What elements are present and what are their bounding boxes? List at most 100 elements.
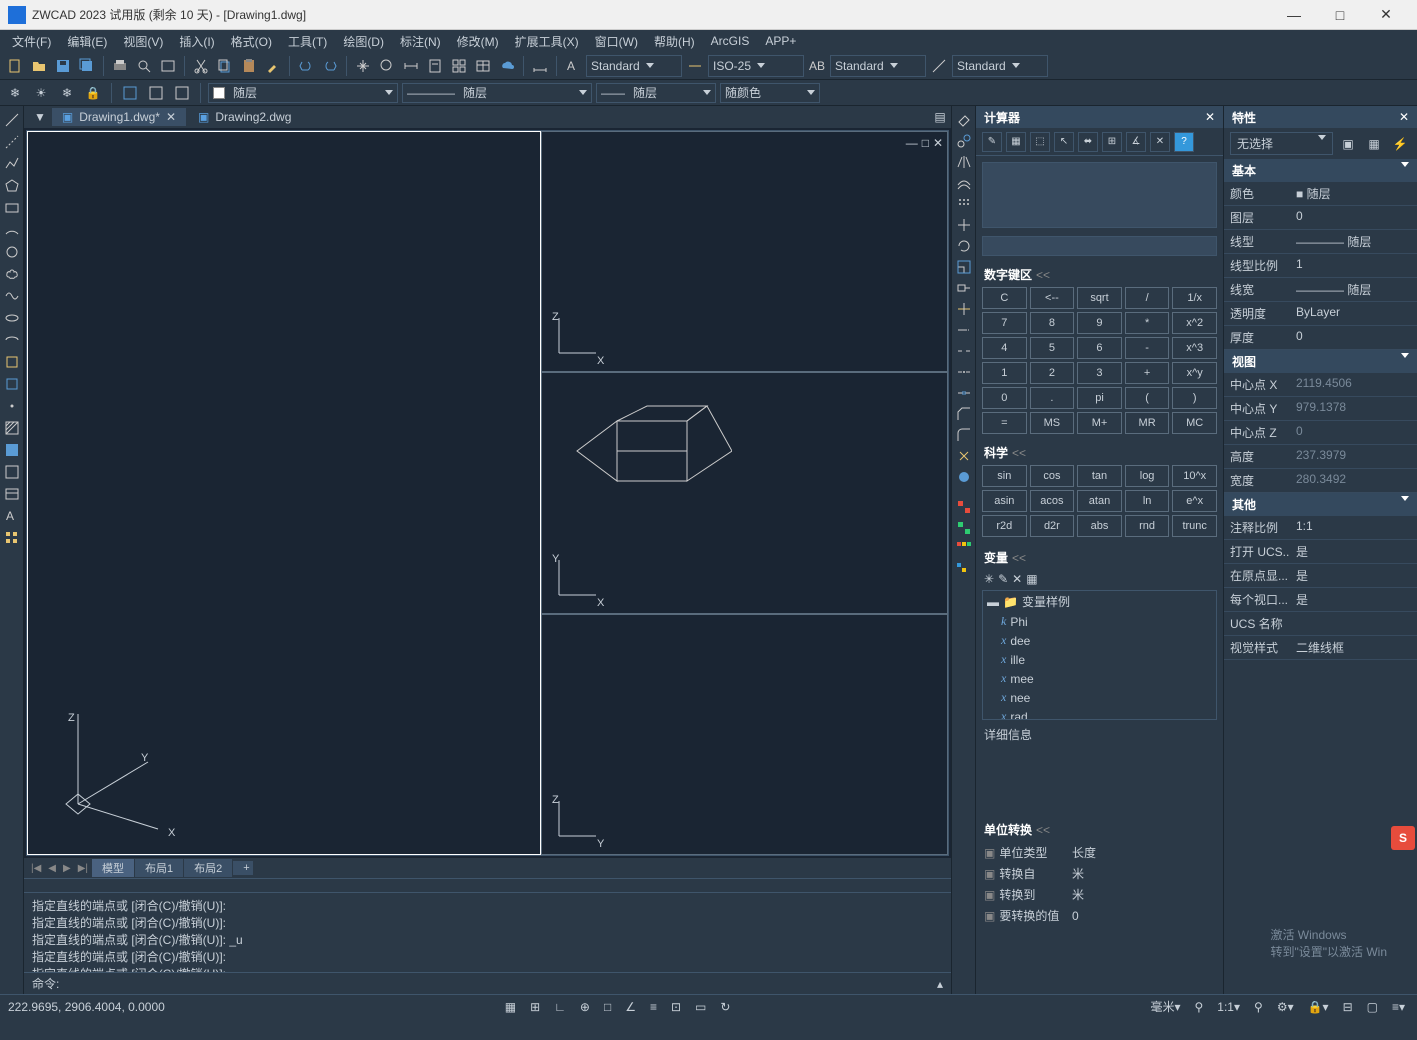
prop-val[interactable]: 1:1 [1290,516,1417,540]
var-Phi[interactable]: k Phi [983,612,1216,631]
sb-snap-icon[interactable]: ⊞ [526,999,544,1015]
menu-insert[interactable]: 插入(I) [171,31,222,52]
menu-window[interactable]: 窗口(W) [587,31,646,52]
revcloud-tool[interactable] [2,264,22,284]
plot-button[interactable] [157,55,179,77]
tab-model[interactable]: 模型 [92,859,134,877]
calc-var-header[interactable]: 变量 [976,545,1223,570]
calc-key-*[interactable]: * [1125,312,1170,334]
calc-icon-7[interactable]: ∡ [1126,132,1146,152]
block-tool[interactable] [2,374,22,394]
mlstyle-combo[interactable]: Standard [830,55,926,77]
copy-button[interactable] [214,55,236,77]
menu-tools[interactable]: 工具(T) [280,31,335,52]
table-tool[interactable] [2,484,22,504]
apps-tool[interactable] [2,528,22,548]
paste-button[interactable] [238,55,260,77]
calc-key-8[interactable]: 8 [1030,312,1075,334]
calc-icon-4[interactable]: ↖ [1054,132,1074,152]
calc-key-1/x[interactable]: 1/x [1172,287,1217,309]
gradient-tool[interactable] [2,440,22,460]
menu-file[interactable]: 文件(F) [4,31,59,52]
calc-sci-sin[interactable]: sin [982,465,1027,487]
sb-model-icon[interactable]: ▭ [691,999,710,1015]
grid-button[interactable] [448,55,470,77]
fillet-tool[interactable] [954,425,974,445]
calc-sci-cos[interactable]: cos [1030,465,1075,487]
calc-key-+[interactable]: + [1125,362,1170,384]
layer-icon-2[interactable]: ☀ [30,82,52,104]
calc-sci-asin[interactable]: asin [982,490,1027,512]
layer-states-button[interactable] [145,82,167,104]
sb-lock-icon[interactable]: 🔒▾ [1304,999,1333,1015]
ellipsearc-tool[interactable] [2,330,22,350]
calc-key-MS[interactable]: MS [1030,412,1075,434]
menu-app[interactable]: APP+ [757,32,804,50]
viewport-top-right[interactable]: —□✕ Z X [541,131,948,372]
calc-icon-5[interactable]: ⬌ [1078,132,1098,152]
menu-modify[interactable]: 修改(M) [449,31,507,52]
calc-key-6[interactable]: 6 [1077,337,1122,359]
sb-scale[interactable]: 1:1▾ [1213,999,1244,1015]
textstyle-combo[interactable]: Standard [586,55,682,77]
menu-view[interactable]: 视图(V) [115,31,171,52]
calc-key-<--[interactable]: <-- [1030,287,1075,309]
props-selection[interactable]: 无选择 [1230,132,1333,155]
calc-icon-3[interactable]: ⬚ [1030,132,1050,152]
table-button[interactable] [472,55,494,77]
linetype-combo[interactable]: ————随层 [402,83,592,103]
calc-icon-1[interactable]: ✎ [982,132,1002,152]
calc-key-([interactable]: ( [1125,387,1170,409]
calc-key-x^3[interactable]: x^3 [1172,337,1217,359]
calc-key-3[interactable]: 3 [1077,362,1122,384]
solid-tool[interactable] [954,467,974,487]
var-calc-icon[interactable]: ▦ [1026,572,1037,586]
line-tool[interactable] [2,110,22,130]
offset-tool[interactable] [954,173,974,193]
calc-icon-8[interactable]: ✕ [1150,132,1170,152]
prop-val[interactable]: 是 [1290,564,1417,588]
move-tool[interactable] [954,215,974,235]
viewport-bot-right[interactable]: Z Y [541,614,948,855]
arc-tool[interactable] [2,220,22,240]
sb-annovis-icon[interactable]: ⚲ [1250,999,1267,1015]
calc-key-5[interactable]: 5 [1030,337,1075,359]
props-close-icon[interactable]: ✕ [1399,110,1409,124]
rotate-tool[interactable] [954,236,974,256]
calc-sci-e^x[interactable]: e^x [1172,490,1217,512]
calc-numpad-header[interactable]: 数字键区 [976,262,1223,287]
sb-hwaccel-icon[interactable]: ⊟ [1339,999,1357,1015]
calc-key-.[interactable]: . [1030,387,1075,409]
rtool-multi2[interactable] [954,560,974,580]
var-rad[interactable]: x rad [983,707,1216,720]
polygon-tool[interactable] [2,176,22,196]
prop-val[interactable]: ■ 随层 [1290,182,1417,206]
props-pickadd-icon[interactable]: ▣ [1337,133,1359,155]
calc-sci-10^x[interactable]: 10^x [1172,465,1217,487]
sb-polar-icon[interactable]: ⊕ [576,999,594,1015]
convert-转换到[interactable]: ▣转换到米 [976,884,1223,905]
calc-key-0[interactable]: 0 [982,387,1027,409]
file-tab-1-close[interactable]: ✕ [166,110,176,124]
extend-tool[interactable] [954,320,974,340]
hatch-tool[interactable] [2,418,22,438]
array-tool[interactable] [954,194,974,214]
calc-key-pi[interactable]: pi [1077,387,1122,409]
var-mee[interactable]: x mee [983,669,1216,688]
pline-tool[interactable] [2,154,22,174]
rtool-multi[interactable] [954,539,974,559]
prop-val[interactable]: 二维线框 [1290,636,1417,660]
command-line[interactable]: 命令: ▴ [24,972,951,994]
menu-help[interactable]: 帮助(H) [646,31,703,52]
prop-val[interactable]: ———— 随层 [1290,278,1417,302]
calc-icon-2[interactable]: ▦ [1006,132,1026,152]
layer-prop-button[interactable] [119,82,141,104]
calc-key-MC[interactable]: MC [1172,412,1217,434]
calc-sci-acos[interactable]: acos [1030,490,1075,512]
calc-sci-tan[interactable]: tan [1077,465,1122,487]
tablestyle-combo[interactable]: Standard [952,55,1048,77]
calc-key-7[interactable]: 7 [982,312,1027,334]
dist-button[interactable] [400,55,422,77]
tab-layout2[interactable]: 布局2 [184,859,232,877]
tab-layout1[interactable]: 布局1 [135,859,183,877]
